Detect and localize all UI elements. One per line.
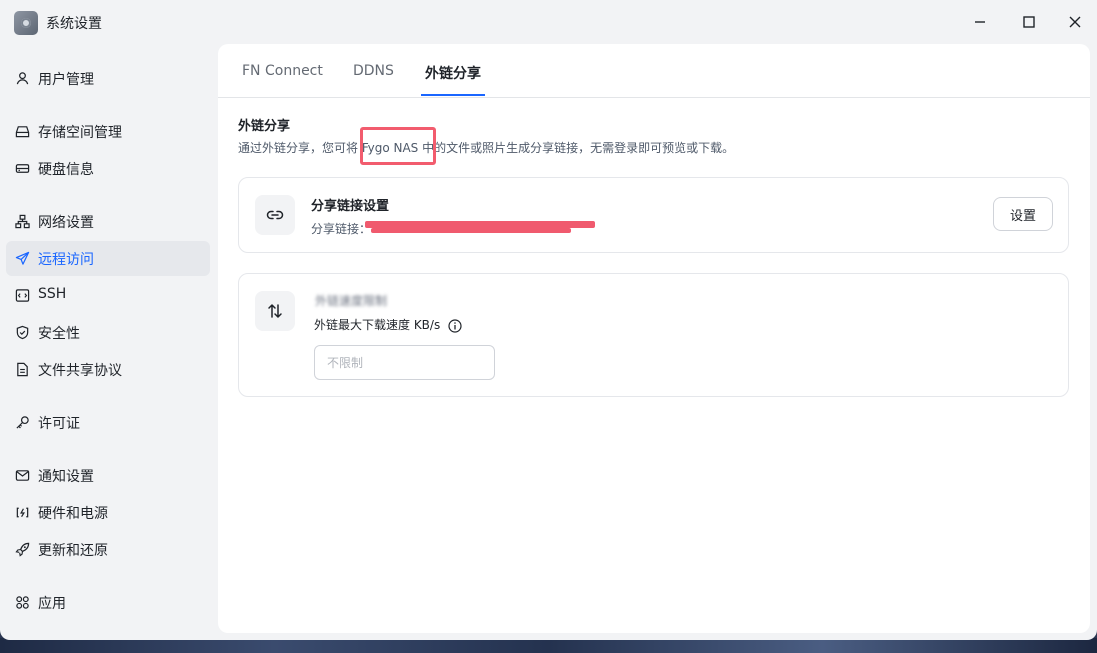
sidebar-item-ssh[interactable]: SSH <box>6 278 210 313</box>
link-icon <box>255 195 295 235</box>
sidebar-item-label: 通知设置 <box>38 469 94 485</box>
settings-window: 系统设置 用户管理 存储空间管理 硬盘信息 网络设置 远程访问 SSH 安全性 … <box>0 0 1097 640</box>
power-icon <box>14 504 31 521</box>
info-icon[interactable] <box>448 318 462 333</box>
sidebar-item-label: 文件共享协议 <box>38 363 122 379</box>
minimize-icon <box>975 21 985 23</box>
minimize-button[interactable] <box>962 8 998 36</box>
sidebar-item-label: 许可证 <box>38 416 80 432</box>
sidebar-item-disk-info[interactable]: 硬盘信息 <box>6 151 210 186</box>
sidebar-item-label: SSH <box>38 286 67 302</box>
shield-icon <box>14 324 31 341</box>
mail-icon <box>14 467 31 484</box>
redaction-mark <box>371 228 571 233</box>
transfer-arrows-icon <box>255 291 295 331</box>
title-bar: 系统设置 <box>0 0 1097 44</box>
send-icon <box>14 250 31 267</box>
sidebar-item-notifications[interactable]: 通知设置 <box>6 458 210 493</box>
maximize-icon <box>1023 16 1035 28</box>
speed-field-label: 外链最大下载速度 KB/s <box>314 318 441 332</box>
sidebar-item-users[interactable]: 用户管理 <box>6 61 210 96</box>
sidebar-item-label: 存储空间管理 <box>38 125 122 141</box>
document-icon <box>14 361 31 378</box>
app-settings-icon <box>14 11 38 35</box>
terminal-icon <box>14 287 31 304</box>
main-content: FN Connect DDNS 外链分享 外链分享 通过外链分享，您可将 Fyg… <box>218 44 1090 633</box>
share-link-title: 分享链接设置 <box>311 199 390 214</box>
sidebar-item-license[interactable]: 许可证 <box>6 405 210 440</box>
storage-icon <box>14 123 31 140</box>
share-link-card: 分享链接设置 分享链接： 设置 <box>238 177 1069 253</box>
sidebar-item-label: 应用 <box>38 596 66 612</box>
sidebar-item-label: 更新和还原 <box>38 543 108 559</box>
key-icon <box>14 414 31 431</box>
annotation-highlight-box <box>360 127 436 165</box>
share-link-label: 分享链接： <box>311 222 372 236</box>
tab-ddns[interactable]: DDNS <box>353 63 394 79</box>
sidebar-item-storage[interactable]: 存储空间管理 <box>6 114 210 149</box>
tab-bar: FN Connect DDNS 外链分享 <box>218 44 1090 98</box>
sidebar-item-file-sharing[interactable]: 文件共享协议 <box>6 352 210 387</box>
close-button[interactable] <box>1057 8 1093 36</box>
maximize-button[interactable] <box>1011 8 1047 36</box>
max-download-speed-input[interactable] <box>314 345 495 380</box>
tab-fn-connect[interactable]: FN Connect <box>242 63 323 79</box>
sidebar-item-label: 用户管理 <box>38 72 94 88</box>
sidebar-item-label: 远程访问 <box>38 252 94 268</box>
sidebar-item-apps[interactable]: 应用 <box>6 585 210 620</box>
sidebar-item-remote-access[interactable]: 远程访问 <box>6 241 210 276</box>
sidebar-item-label: 硬盘信息 <box>38 162 94 178</box>
tab-external-share[interactable]: 外链分享 <box>425 63 481 83</box>
section-description: 通过外链分享，您可将 Fygo NAS 中的文件或照片生成分享链接，无需登录即可… <box>238 141 735 155</box>
sidebar-item-label: 网络设置 <box>38 215 94 231</box>
sidebar-item-network[interactable]: 网络设置 <box>6 204 210 239</box>
share-settings-button[interactable]: 设置 <box>993 197 1053 231</box>
sidebar-item-security[interactable]: 安全性 <box>6 315 210 350</box>
apps-grid-icon <box>14 594 31 611</box>
sidebar-item-hardware-power[interactable]: 硬件和电源 <box>6 495 210 530</box>
active-tab-indicator <box>421 94 485 96</box>
speed-field-row: 外链最大下载速度 KB/s <box>314 316 462 333</box>
network-icon <box>14 213 31 230</box>
section-title: 外链分享 <box>238 119 291 134</box>
redaction-mark <box>365 221 595 228</box>
speed-card-title: 外链速度限制 <box>315 294 388 308</box>
sidebar-item-update-restore[interactable]: 更新和还原 <box>6 532 210 567</box>
sidebar-nav: 用户管理 存储空间管理 硬盘信息 网络设置 远程访问 SSH 安全性 文件共享协… <box>0 44 218 640</box>
sidebar-item-label: 硬件和电源 <box>38 506 108 522</box>
desktop-background <box>0 638 1097 653</box>
rocket-icon <box>14 541 31 558</box>
sidebar-item-label: 安全性 <box>38 326 80 342</box>
user-icon <box>14 70 31 87</box>
window-title: 系统设置 <box>46 16 102 32</box>
harddisk-icon <box>14 160 31 177</box>
download-speed-card: 外链速度限制 外链最大下载速度 KB/s <box>238 273 1069 397</box>
close-icon <box>1069 16 1081 28</box>
